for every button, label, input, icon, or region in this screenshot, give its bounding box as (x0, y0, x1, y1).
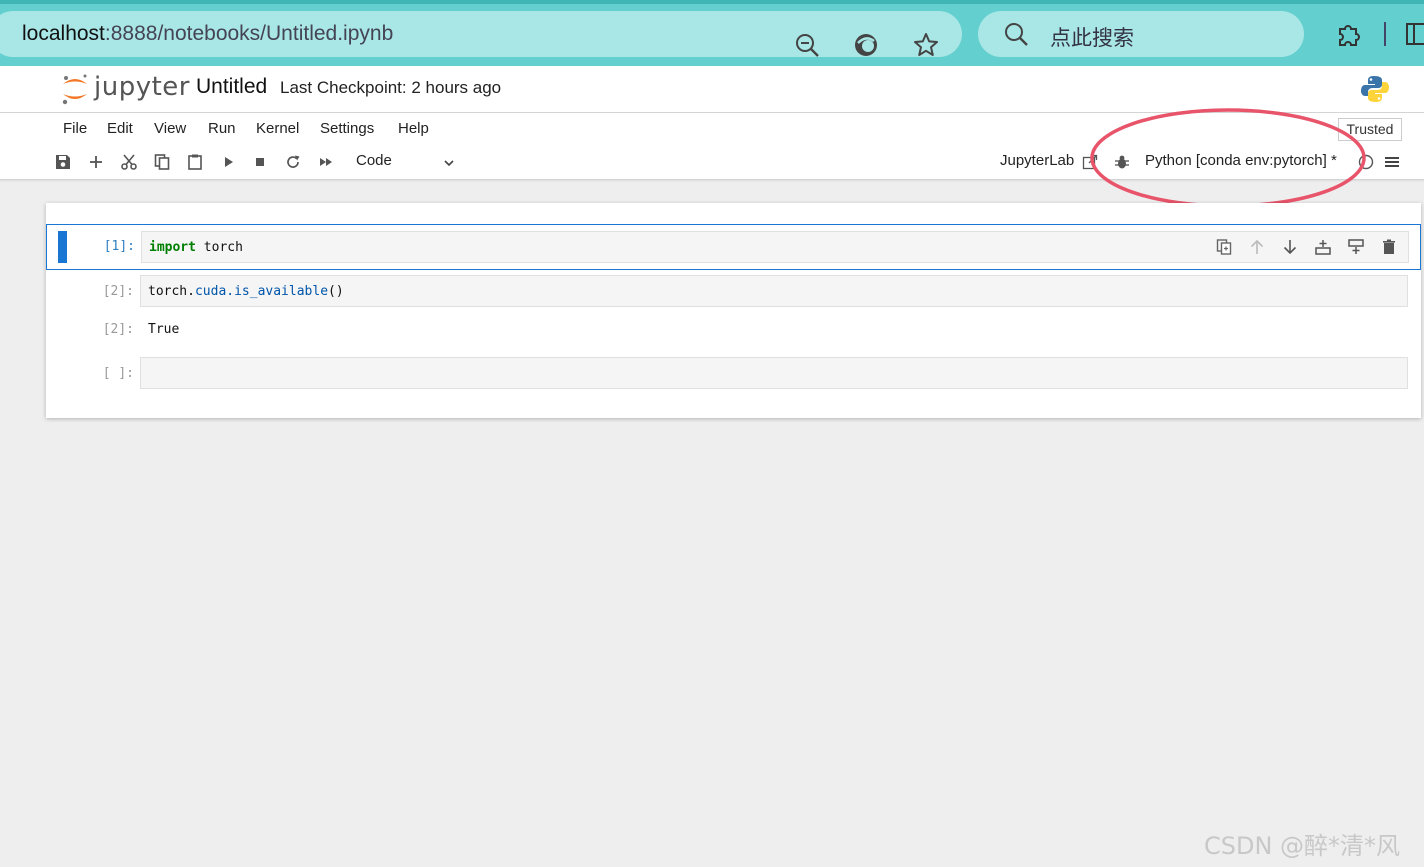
code-attribute: cuda.is_available (194, 284, 329, 299)
extensions-puzzle-icon[interactable] (1334, 20, 1362, 48)
browser-top-strip (0, 0, 1424, 4)
insert-cell-above-icon[interactable] (1314, 238, 1332, 256)
code-text: import torch (149, 240, 243, 255)
cut-icon[interactable] (120, 153, 138, 171)
input-prompt: [1]: (103, 239, 135, 254)
search-icon (1005, 23, 1028, 46)
code-editor-empty[interactable] (140, 357, 1408, 389)
red-annotation-ellipse (1090, 108, 1366, 208)
output-prompt: [2]: (102, 322, 134, 337)
save-icon[interactable] (54, 153, 72, 171)
restart-run-all-icon[interactable] (317, 153, 335, 171)
notebook-panel: [1]: import torch [2]: torch.cuda.is_ava… (46, 203, 1421, 418)
python-logo-icon (1361, 76, 1389, 102)
jupyter-wordmark[interactable]: jupyter (94, 72, 190, 102)
code-editor[interactable]: torch.cuda.is_available() (140, 275, 1408, 307)
input-prompt: [2]: (102, 284, 134, 299)
move-cell-up-icon[interactable] (1248, 238, 1266, 256)
input-prompt: [ ]: (102, 366, 134, 381)
code-identifier: torch (195, 240, 243, 255)
code-text: torch.cuda.is_available() (148, 284, 344, 299)
run-cell-icon[interactable] (219, 153, 237, 171)
insert-cell-below-icon[interactable] (1347, 238, 1365, 256)
menu-run[interactable]: Run (208, 120, 236, 137)
url-host: localhost (22, 22, 105, 45)
code-object: torch. (148, 284, 195, 299)
menu-file[interactable]: File (63, 120, 87, 137)
delete-cell-icon[interactable] (1380, 238, 1398, 256)
menu-edit[interactable]: Edit (107, 120, 133, 137)
menu-help[interactable]: Help (398, 120, 429, 137)
favorite-star-icon[interactable] (912, 31, 940, 59)
url-text[interactable]: localhost:8888/notebooks/Untitled.ipynb (22, 22, 393, 46)
menu-kernel[interactable]: Kernel (256, 120, 299, 137)
code-keyword: import (149, 240, 196, 255)
copy-icon[interactable] (153, 153, 171, 171)
cell-output: True (148, 322, 180, 337)
move-cell-down-icon[interactable] (1281, 238, 1299, 256)
cell-type-select[interactable]: Code (356, 152, 392, 169)
edge-extension-icon[interactable] (852, 31, 880, 59)
jupyter-logo-icon[interactable] (60, 72, 90, 106)
open-jupyterlab-button[interactable]: JupyterLab (1000, 152, 1074, 169)
address-bar[interactable]: localhost:8888/notebooks/Untitled.ipynb (0, 11, 962, 57)
toolbar-separator (1384, 22, 1386, 46)
csdn-watermark: CSDN @醉*清*风 (1204, 832, 1401, 860)
search-placeholder: 点此搜索 (1050, 26, 1134, 50)
add-cell-icon[interactable] (87, 153, 105, 171)
restart-kernel-icon[interactable] (284, 153, 302, 171)
menu-hamburger-icon[interactable] (1384, 154, 1400, 170)
interrupt-kernel-icon[interactable] (251, 153, 269, 171)
last-checkpoint-text: Last Checkpoint: 2 hours ago (280, 78, 502, 97)
menu-settings[interactable]: Settings (320, 120, 374, 137)
url-path: :8888/notebooks/Untitled.ipynb (104, 22, 394, 45)
duplicate-cell-icon[interactable] (1215, 238, 1233, 256)
chevron-down-icon[interactable] (442, 156, 456, 170)
code-call-parens: () (328, 284, 344, 299)
menu-view[interactable]: View (154, 120, 186, 137)
zoom-out-icon[interactable] (793, 31, 821, 59)
paste-icon[interactable] (186, 153, 204, 171)
code-cell-active[interactable]: [1]: import torch (46, 224, 1421, 270)
browser-toolbar: localhost:8888/notebooks/Untitled.ipynb … (0, 0, 1424, 66)
split-screen-icon[interactable] (1404, 21, 1424, 47)
search-box[interactable]: 点此搜索 (978, 11, 1304, 57)
notebook-title[interactable]: Untitled (196, 75, 267, 99)
